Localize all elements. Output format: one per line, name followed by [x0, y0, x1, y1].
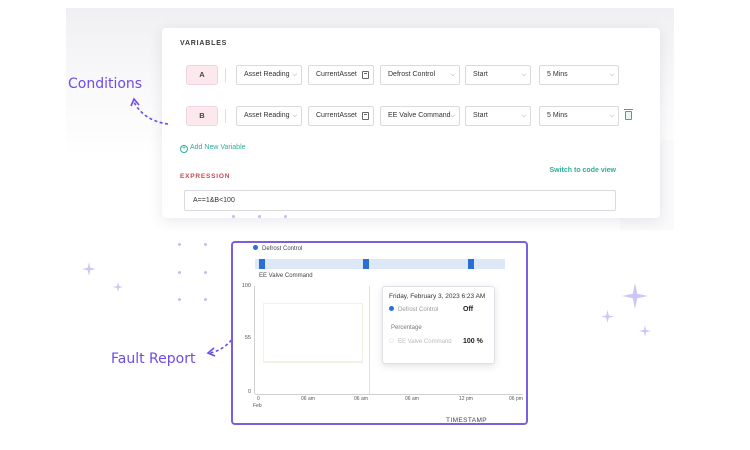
fault-report-chart: Defrost Control EE Valve Command 100 55 … — [231, 241, 528, 425]
series-dot — [389, 306, 394, 311]
x-tick-label: 06 am — [301, 396, 315, 402]
plus-icon: + — [180, 145, 188, 153]
state-marker[interactable] — [259, 259, 265, 269]
tooltip-date: Friday, February 3, 2023 6:23 AM — [389, 293, 486, 300]
select-value: Asset Reading — [244, 112, 290, 119]
add-variable-button[interactable]: + Add New Variable — [180, 144, 246, 153]
x-tick-label: 06 am — [354, 396, 368, 402]
variables-title: VARIABLES — [180, 40, 228, 47]
expression-label: EXPRESSION — [180, 173, 231, 180]
y-tick-label: 55 — [244, 335, 251, 341]
plot-area-rule — [263, 361, 363, 362]
decor-dot — [284, 215, 287, 218]
calculator-icon — [362, 71, 369, 79]
tooltip-series-name: EE Valve Command — [398, 339, 452, 345]
conditions-callout: Conditions — [68, 76, 143, 92]
tooltip-series-2: EE Valve Command — [389, 338, 452, 345]
select-value: CurrentAsset — [316, 71, 357, 78]
decor-dot — [178, 271, 181, 274]
tag-select[interactable]: Defrost Control ⌵ — [380, 65, 460, 85]
y-tick-label: 100 — [241, 283, 251, 289]
sparkle-icon — [601, 310, 614, 323]
decor-dot — [232, 215, 235, 218]
fault-report-callout: Fault Report — [111, 351, 196, 367]
sparkle-icon — [113, 282, 123, 292]
sparkle-icon — [639, 325, 651, 337]
select-value: Asset Reading — [244, 71, 290, 78]
state-marker[interactable] — [363, 259, 369, 269]
legend-defrost-control[interactable]: Defrost Control — [253, 245, 302, 252]
curved-arrow-icon — [130, 97, 169, 125]
series-dot — [389, 338, 394, 343]
y-tick-label: 0 — [247, 389, 251, 395]
variable-row-b: B Asset Reading ⌵ CurrentAsset EE Valve C… — [186, 106, 646, 126]
chart-tooltip: Friday, February 3, 2023 6:23 AM Defrost… — [382, 286, 495, 364]
chevron-down-icon: ⌵ — [292, 72, 297, 78]
state-marker[interactable] — [468, 259, 474, 269]
variable-row-a: A Asset Reading ⌵ CurrentAsset Defrost Co… — [186, 65, 646, 85]
select-value: Start — [473, 112, 488, 119]
x-tick-sublabel: Feb — [253, 403, 262, 409]
chevron-down-icon: ⌵ — [609, 72, 614, 78]
y-axis — [254, 286, 255, 394]
tooltip-group-label: Percentage — [391, 325, 422, 331]
defrost-timeline — [255, 259, 505, 269]
window-select[interactable]: 5 Mins ⌵ — [539, 65, 619, 85]
chevron-down-icon: ⌵ — [450, 72, 455, 78]
tooltip-series-value: Off — [463, 306, 474, 313]
select-value: EE Valve Command — [388, 112, 451, 119]
point-select[interactable]: Start ⌵ — [465, 65, 531, 85]
sparkle-icon — [622, 283, 648, 309]
x-axis-title: TIMESTAMP — [446, 417, 488, 424]
tooltip-series-name: Defrost Control — [398, 307, 439, 313]
divider — [225, 109, 226, 123]
switch-code-view-link[interactable]: Switch to code view — [549, 167, 616, 174]
chevron-down-icon: ⌵ — [450, 113, 455, 119]
asset-select[interactable]: CurrentAsset — [308, 65, 374, 85]
trash-icon[interactable] — [624, 109, 633, 120]
expression-input[interactable]: A==1&B<100 — [184, 190, 616, 211]
x-tick-label: 12 pm — [459, 396, 473, 402]
add-variable-label: Add New Variable — [190, 144, 246, 151]
variable-badge[interactable]: A — [186, 65, 218, 85]
x-tick-label: 0 — [257, 396, 260, 402]
select-value: CurrentAsset — [316, 112, 357, 119]
select-value: 5 Mins — [547, 71, 568, 78]
decor-dot — [204, 271, 207, 274]
decor-dot — [178, 243, 181, 246]
asset-select[interactable]: CurrentAsset — [308, 106, 374, 126]
divider — [225, 68, 226, 82]
tooltip-series-value: 100 % — [463, 338, 483, 345]
tooltip-series-1: Defrost Control — [389, 306, 438, 313]
hover-crosshair — [369, 286, 370, 394]
chevron-down-icon: ⌵ — [609, 113, 614, 119]
legend-dot — [253, 245, 258, 250]
decor-dot — [204, 298, 207, 301]
source-select[interactable]: Asset Reading ⌵ — [236, 65, 302, 85]
source-select[interactable]: Asset Reading ⌵ — [236, 106, 302, 126]
select-value: 5 Mins — [547, 112, 568, 119]
x-axis — [255, 394, 523, 395]
plot-area-box — [263, 303, 363, 363]
legend-ee-valve-command[interactable]: EE Valve Command — [259, 273, 313, 279]
calculator-icon — [362, 112, 369, 120]
select-value: Defrost Control — [388, 71, 436, 78]
decor-dot — [204, 243, 207, 246]
condition-builder-panel: VARIABLES A Asset Reading ⌵ CurrentAsset … — [162, 28, 660, 218]
legend-label: Defrost Control — [262, 246, 303, 252]
chevron-down-icon: ⌵ — [521, 72, 526, 78]
window-select[interactable]: 5 Mins ⌵ — [539, 106, 619, 126]
select-value: Start — [473, 71, 488, 78]
point-select[interactable]: Start ⌵ — [465, 106, 531, 126]
tag-select[interactable]: EE Valve Command ⌵ — [380, 106, 460, 126]
x-tick-label: 06 pm — [509, 396, 523, 402]
decor-dot — [258, 215, 261, 218]
chevron-down-icon: ⌵ — [521, 113, 526, 119]
decor-dot — [178, 298, 181, 301]
variable-badge[interactable]: B — [186, 106, 218, 126]
x-tick-label: 06 am — [405, 396, 419, 402]
chevron-down-icon: ⌵ — [292, 113, 297, 119]
sparkle-icon — [82, 262, 96, 276]
